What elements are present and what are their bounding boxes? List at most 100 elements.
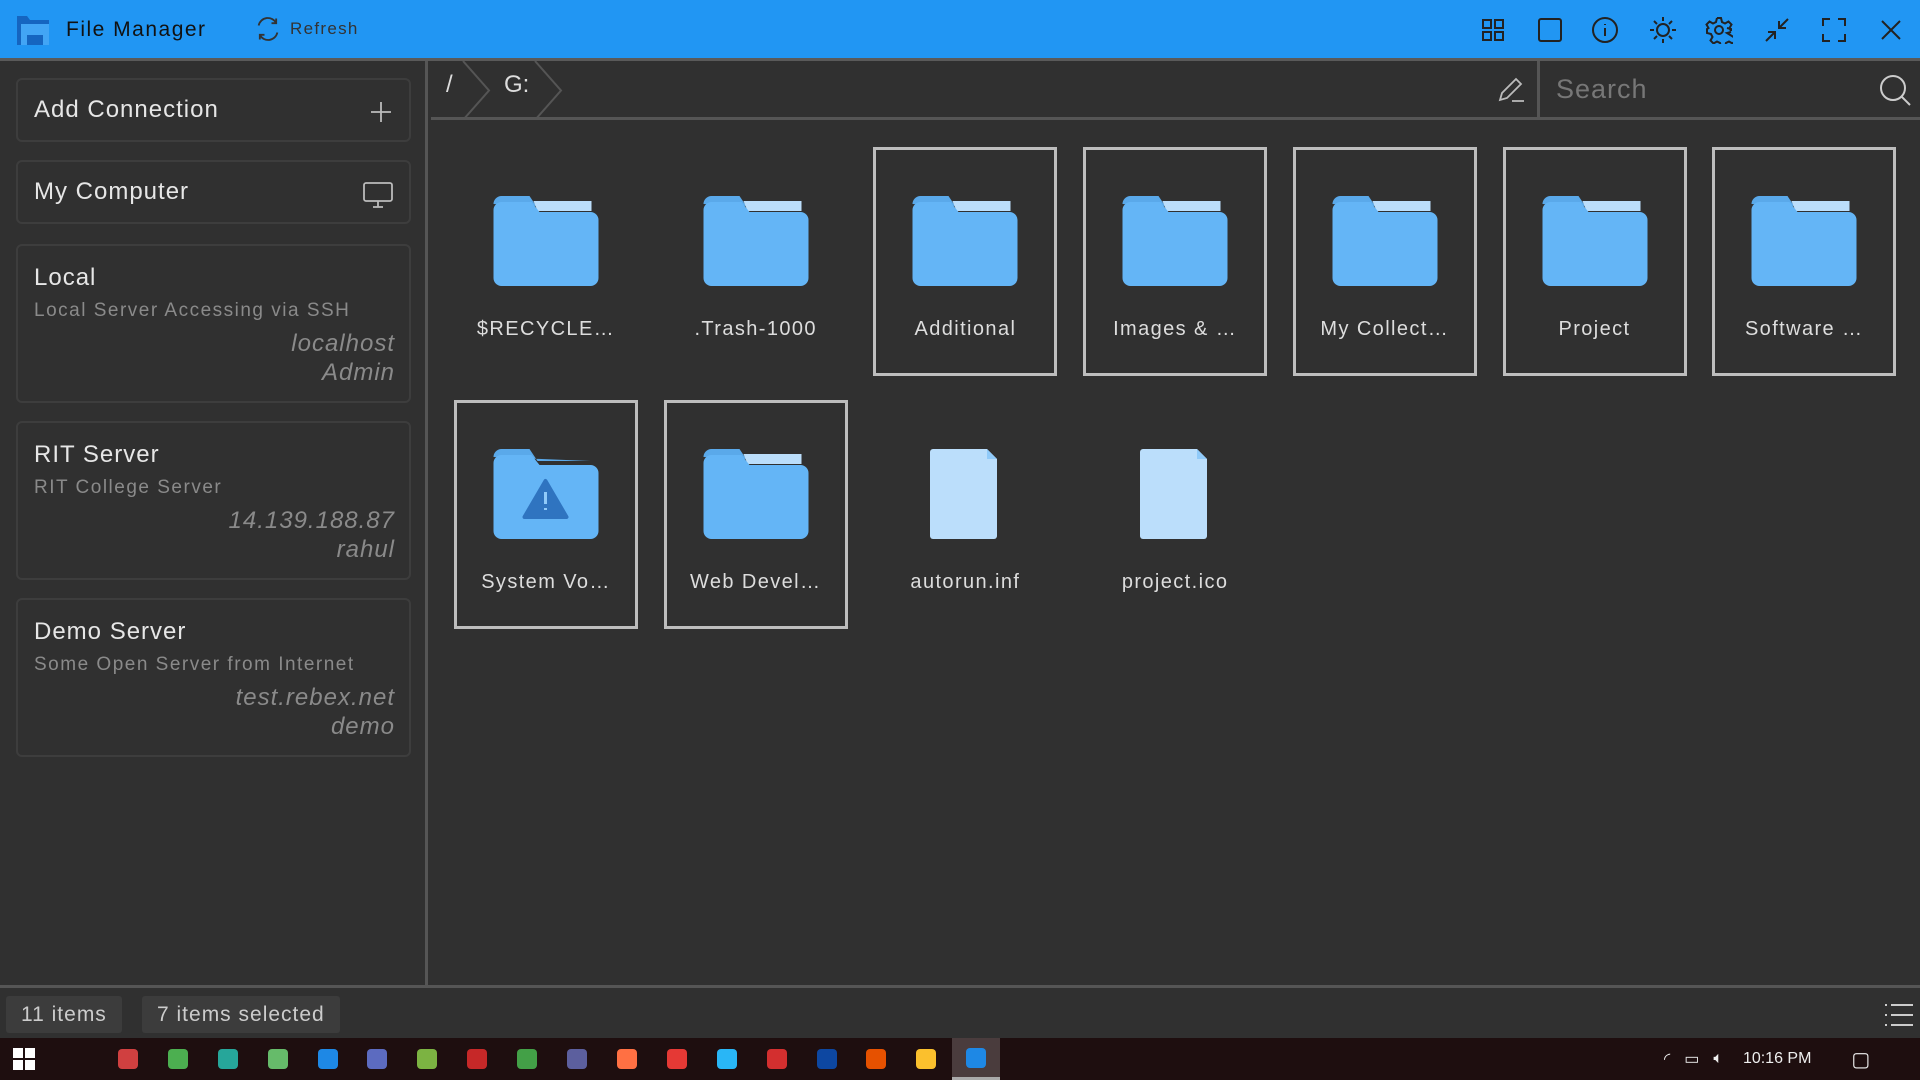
file-name: System Vo… bbox=[457, 571, 635, 594]
refresh-icon bbox=[254, 15, 282, 43]
folder-icon bbox=[1123, 196, 1228, 291]
taskbar-firefox-icon[interactable] bbox=[603, 1038, 651, 1080]
search-box bbox=[1537, 61, 1920, 118]
connection-description: Local Server Accessing via SSH bbox=[34, 300, 350, 322]
taskbar-start-icon[interactable] bbox=[0, 1038, 48, 1080]
file-item[interactable]: Images & … bbox=[1083, 147, 1267, 376]
chevron-right-icon bbox=[459, 61, 493, 120]
folder-icon bbox=[703, 196, 808, 291]
taskbar-app-10-icon[interactable] bbox=[503, 1038, 551, 1080]
connection-card[interactable]: Demo Server Some Open Server from Intern… bbox=[16, 598, 411, 757]
file-name: autorun.inf bbox=[876, 571, 1054, 594]
search-icon[interactable] bbox=[1878, 73, 1912, 107]
connection-user: demo bbox=[331, 713, 395, 741]
breadcrumb-root[interactable]: / bbox=[446, 71, 453, 99]
file-item[interactable]: Software … bbox=[1712, 147, 1896, 376]
close-icon[interactable] bbox=[1877, 16, 1905, 44]
taskbar-edge-icon[interactable] bbox=[703, 1038, 751, 1080]
taskbar-app-5-icon[interactable] bbox=[254, 1038, 302, 1080]
connection-name: RIT Server bbox=[34, 441, 160, 469]
battery-icon[interactable]: ▭ bbox=[1684, 1049, 1699, 1069]
single-view-icon[interactable] bbox=[1536, 16, 1564, 44]
list-view-icon[interactable] bbox=[1884, 1002, 1914, 1028]
search-input[interactable] bbox=[1540, 61, 1870, 118]
file-icon bbox=[930, 449, 1000, 544]
connection-user: rahul bbox=[337, 536, 395, 564]
file-item[interactable]: autorun.inf bbox=[873, 400, 1057, 629]
clock[interactable]: 10:16 PM bbox=[1743, 1050, 1811, 1068]
taskbar-chrome-icon[interactable] bbox=[154, 1038, 202, 1080]
file-name: Project bbox=[1506, 318, 1684, 341]
breadcrumb-drive[interactable]: G: bbox=[504, 71, 529, 99]
minimize-icon[interactable] bbox=[1763, 16, 1791, 44]
taskbar: ◜ ▭ 🔈︎ 10:16 PM ▢ bbox=[0, 1038, 1920, 1080]
item-count: 11 items bbox=[6, 996, 122, 1033]
add-connection-label: Add Connection bbox=[34, 96, 219, 124]
file-item[interactable]: My Collect… bbox=[1293, 147, 1477, 376]
selection-count: 7 items selected bbox=[142, 996, 340, 1033]
connection-host: localhost bbox=[291, 330, 395, 358]
breadcrumb-bar: / G: bbox=[431, 61, 1920, 120]
file-item[interactable]: $RECYCLE… bbox=[454, 147, 638, 376]
connection-description: RIT College Server bbox=[34, 477, 222, 499]
notifications-icon[interactable]: ▢ bbox=[1851, 1047, 1870, 1072]
settings-icon[interactable] bbox=[1705, 16, 1733, 44]
title-bar: File Manager Refresh bbox=[0, 0, 1920, 61]
app-title: File Manager bbox=[66, 18, 207, 42]
file-item[interactable]: Project bbox=[1503, 147, 1687, 376]
plus-icon bbox=[369, 100, 393, 124]
file-name: $RECYCLE… bbox=[457, 318, 635, 341]
info-icon[interactable] bbox=[1591, 16, 1619, 44]
taskbar-acrobat-icon[interactable] bbox=[753, 1038, 801, 1080]
refresh-label: Refresh bbox=[290, 19, 359, 39]
refresh-button[interactable]: Refresh bbox=[254, 14, 359, 44]
taskbar-explorer-icon[interactable] bbox=[902, 1038, 950, 1080]
connection-card[interactable]: RIT Server RIT College Server 14.139.188… bbox=[16, 421, 411, 580]
file-item[interactable]: project.ico bbox=[1083, 400, 1267, 629]
fullscreen-icon[interactable] bbox=[1820, 16, 1848, 44]
taskbar-illustrator-icon[interactable] bbox=[852, 1038, 900, 1080]
connection-description: Some Open Server from Internet bbox=[34, 654, 355, 676]
file-item[interactable]: Web Devel… bbox=[664, 400, 848, 629]
taskbar-file-manager-icon[interactable] bbox=[952, 1038, 1000, 1080]
edit-path-icon[interactable] bbox=[1496, 74, 1526, 104]
connection-user: Admin bbox=[322, 359, 395, 387]
connection-card[interactable]: Local Local Server Accessing via SSH loc… bbox=[16, 244, 411, 403]
taskbar-app-8-icon[interactable] bbox=[403, 1038, 451, 1080]
chevron-right-icon bbox=[531, 61, 565, 120]
file-item[interactable]: Additional bbox=[873, 147, 1057, 376]
folder-icon bbox=[913, 196, 1018, 291]
folder-warning-icon bbox=[494, 449, 599, 544]
grid-view-icon[interactable] bbox=[1479, 16, 1507, 44]
taskbar-eclipse-icon[interactable] bbox=[553, 1038, 601, 1080]
folder-icon bbox=[1332, 196, 1437, 291]
file-name: Web Devel… bbox=[667, 571, 845, 594]
network-icon[interactable]: ◜ bbox=[1664, 1049, 1670, 1069]
folder-icon bbox=[1752, 196, 1857, 291]
folder-icon bbox=[494, 196, 599, 291]
connection-name: Local bbox=[34, 264, 96, 292]
sidebar: Add Connection My Computer Local Local S… bbox=[0, 61, 428, 985]
file-item[interactable]: .Trash-1000 bbox=[664, 147, 848, 376]
connection-host: 14.139.188.87 bbox=[229, 507, 395, 535]
folder-icon bbox=[1542, 196, 1647, 291]
connection-host: test.rebex.net bbox=[236, 684, 395, 712]
my-computer-label: My Computer bbox=[34, 178, 189, 206]
taskbar-app-2-icon[interactable] bbox=[104, 1038, 152, 1080]
taskbar-app-4-icon[interactable] bbox=[204, 1038, 252, 1080]
file-name: My Collect… bbox=[1296, 318, 1474, 341]
file-name: Software … bbox=[1715, 318, 1893, 341]
file-item[interactable]: System Vo… bbox=[454, 400, 638, 629]
taskbar-vscode-icon[interactable] bbox=[304, 1038, 352, 1080]
taskbar-opera-icon[interactable] bbox=[653, 1038, 701, 1080]
my-computer-button[interactable]: My Computer bbox=[16, 160, 411, 224]
volume-icon[interactable]: 🔈︎ bbox=[1713, 1050, 1723, 1068]
brightness-icon[interactable] bbox=[1649, 16, 1677, 44]
file-name: project.ico bbox=[1086, 571, 1264, 594]
taskbar-app-9-icon[interactable] bbox=[453, 1038, 501, 1080]
taskbar-intellij-icon[interactable] bbox=[353, 1038, 401, 1080]
system-tray: ◜ ▭ 🔈︎ 10:16 PM ▢ bbox=[1664, 1038, 1870, 1080]
taskbar-photoshop-icon[interactable] bbox=[803, 1038, 851, 1080]
add-connection-button[interactable]: Add Connection bbox=[16, 78, 411, 142]
folder-icon bbox=[703, 449, 808, 544]
